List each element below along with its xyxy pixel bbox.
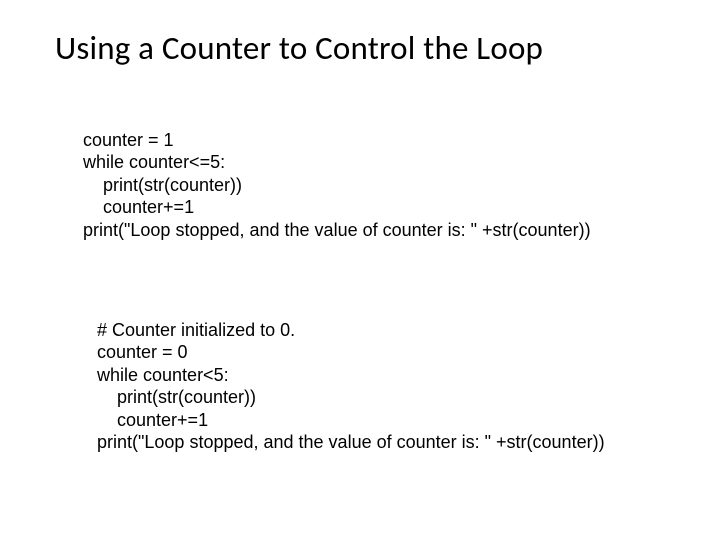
code-line: print(str(counter)) xyxy=(83,175,242,195)
code-line: counter+=1 xyxy=(83,197,194,217)
code-line: counter = 1 xyxy=(83,130,174,150)
slide-title: Using a Counter to Control the Loop xyxy=(55,28,680,68)
code-block-1: counter = 1 while counter<=5: print(str(… xyxy=(83,106,680,241)
code-block-2: # Counter initialized to 0. counter = 0 … xyxy=(97,296,680,454)
code-line: counter = 0 xyxy=(97,342,188,362)
code-line: print("Loop stopped, and the value of co… xyxy=(83,220,591,240)
slide: Using a Counter to Control the Loop coun… xyxy=(0,0,720,540)
code-line: # Counter initialized to 0. xyxy=(97,320,295,340)
code-line: print(str(counter)) xyxy=(97,387,256,407)
code-line: print("Loop stopped, and the value of co… xyxy=(97,432,605,452)
code-line: while counter<5: xyxy=(97,365,229,385)
code-line: counter+=1 xyxy=(97,410,208,430)
code-line: while counter<=5: xyxy=(83,152,225,172)
